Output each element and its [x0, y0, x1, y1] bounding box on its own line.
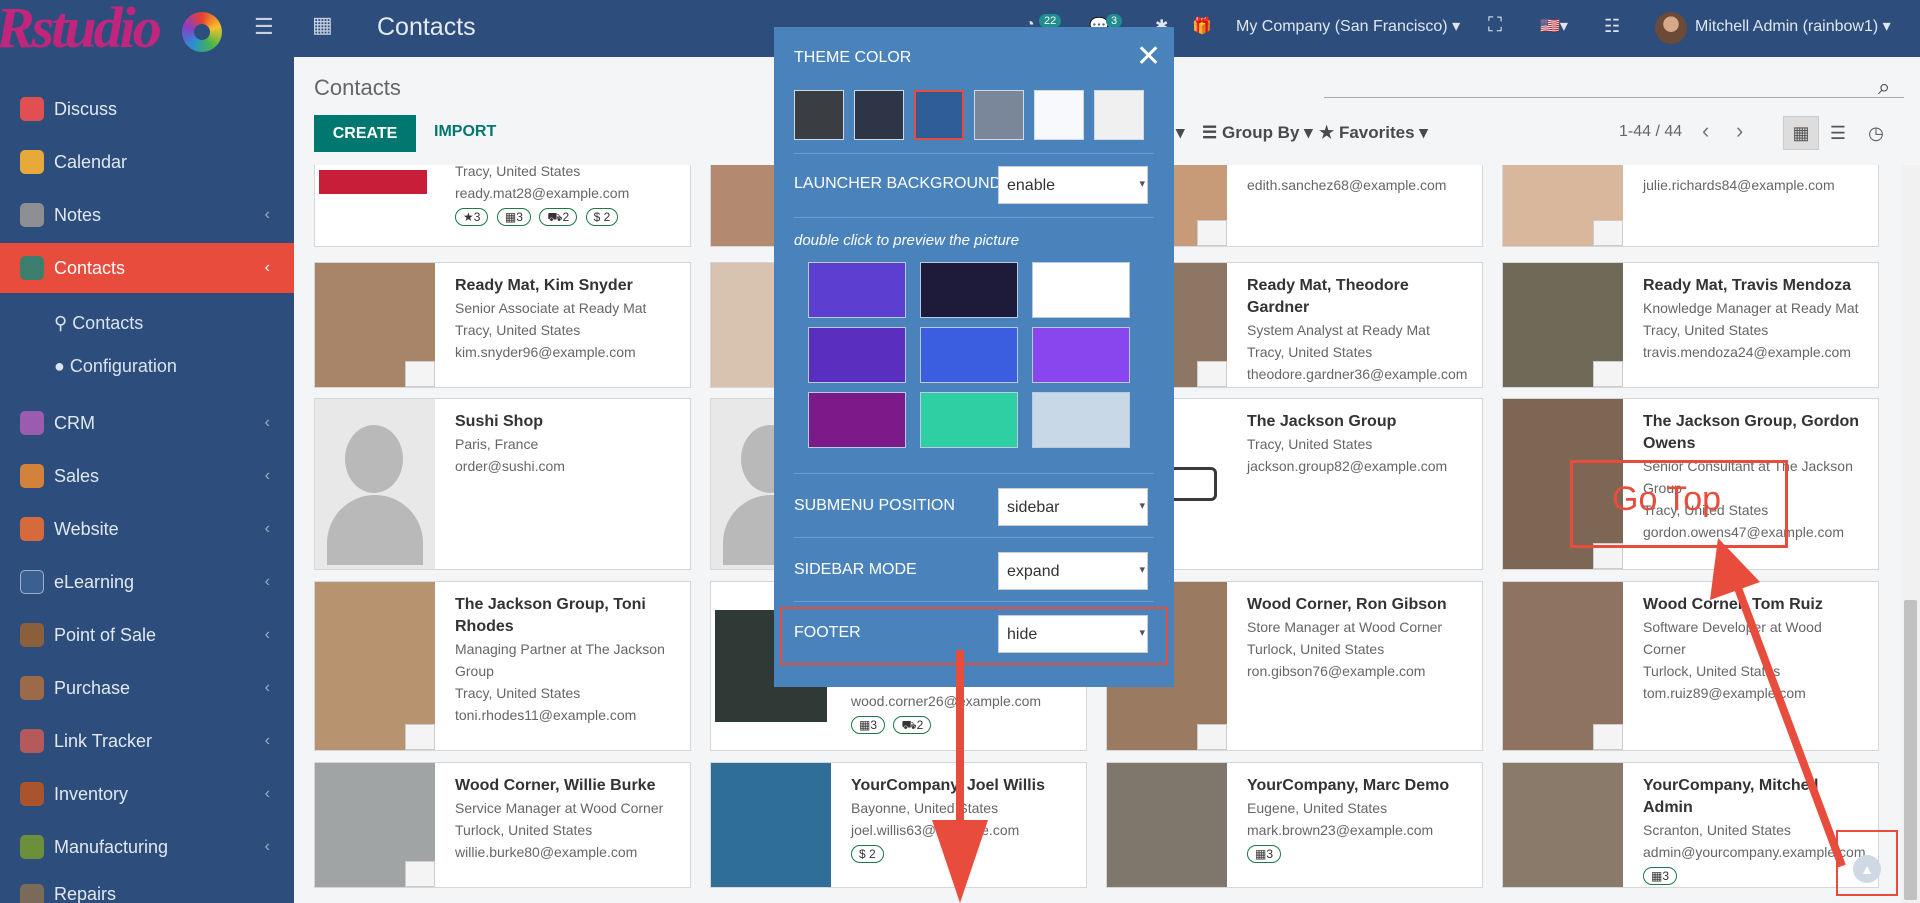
annotation-arrows: [932, 538, 1846, 903]
scroll-to-top-icon[interactable]: ▲: [1853, 855, 1881, 883]
go-top-arrow-line: [1731, 578, 1846, 868]
go-top-annotation: Go Top: [1612, 480, 1722, 518]
footer-arrow-head: [932, 820, 988, 903]
